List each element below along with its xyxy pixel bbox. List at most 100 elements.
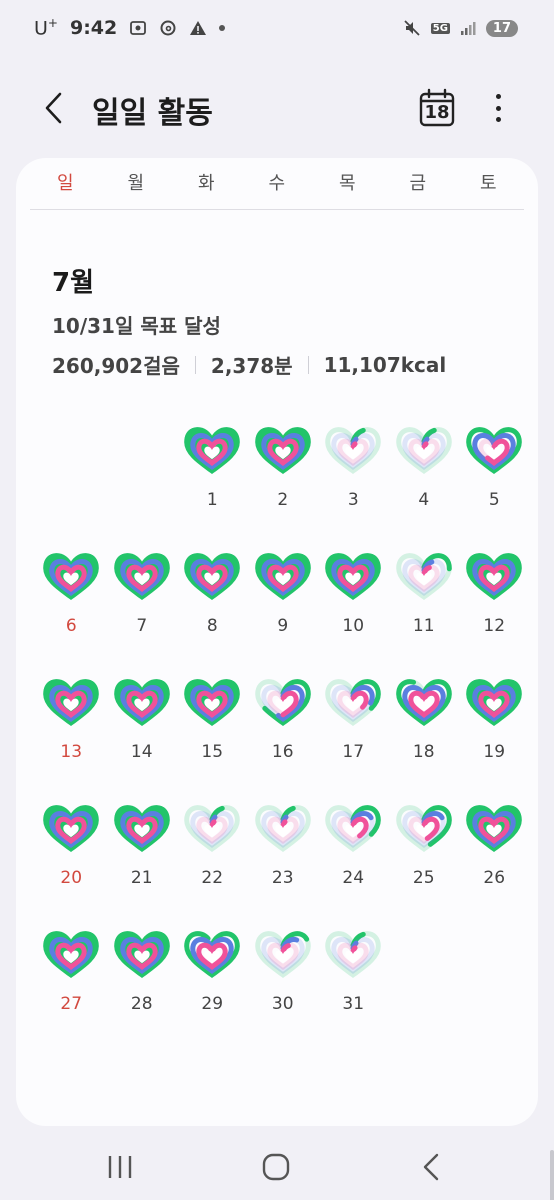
day-cell-17[interactable]: 17 xyxy=(318,678,389,804)
day-cell-10[interactable]: 10 xyxy=(318,552,389,678)
activity-heart-icon xyxy=(113,553,170,601)
day-cell-4[interactable]: 4 xyxy=(389,426,460,552)
activity-heart-icon xyxy=(184,805,241,853)
day-number: 9 xyxy=(277,616,289,636)
month-title: 7월 xyxy=(52,268,95,298)
activity-heart-icon xyxy=(325,805,382,853)
day-cell-2[interactable]: 2 xyxy=(248,426,319,552)
empty-day-cell xyxy=(36,426,107,552)
activity-heart-icon xyxy=(113,805,170,853)
weekday-sun: 일 xyxy=(56,173,74,194)
day-cell-7[interactable]: 7 xyxy=(107,552,178,678)
activity-heart-icon xyxy=(184,553,241,601)
activity-heart-icon xyxy=(395,805,452,853)
day-number: 18 xyxy=(412,742,435,762)
activity-heart-icon xyxy=(466,427,523,475)
stat-divider xyxy=(194,355,196,374)
recent-apps-icon xyxy=(108,1156,132,1178)
day-cell-16[interactable]: 16 xyxy=(248,678,319,804)
warning-icon xyxy=(190,20,207,35)
day-cell-27[interactable]: 27 xyxy=(36,930,107,1056)
network-5g-icon: 5G xyxy=(430,22,450,34)
calories-total: 11,107kcal xyxy=(323,352,447,377)
signal-icon xyxy=(460,22,476,35)
activity-card: 일 월 화 수 목 금 토 7월 10/31일 목표 달성 260,902걸음 … xyxy=(16,158,554,1200)
weekday-fri: 금 xyxy=(409,173,427,194)
day-cell-15[interactable]: 15 xyxy=(177,678,248,804)
activity-heart-icon xyxy=(325,427,382,475)
day-number: 29 xyxy=(201,994,224,1014)
day-cell-23[interactable]: 23 xyxy=(248,804,319,930)
stat-divider xyxy=(307,355,309,374)
day-cell-18[interactable]: 18 xyxy=(389,678,460,804)
day-cell-19[interactable]: 19 xyxy=(459,678,530,804)
day-number: 17 xyxy=(342,742,365,762)
back-button[interactable] xyxy=(36,90,72,126)
activity-heart-icon xyxy=(113,931,170,979)
day-number: 27 xyxy=(60,994,83,1014)
day-cell-20[interactable]: 20 xyxy=(36,804,107,930)
activity-heart-icon xyxy=(43,553,100,601)
day-cell-13[interactable]: 13 xyxy=(36,678,107,804)
activity-heart-icon xyxy=(184,679,241,727)
day-cell-29[interactable]: 29 xyxy=(177,930,248,1056)
more-options-button[interactable] xyxy=(486,90,510,126)
day-cell-3[interactable]: 3 xyxy=(318,426,389,552)
activity-heart-icon xyxy=(395,427,452,475)
day-number: 22 xyxy=(201,868,224,888)
day-cell-21[interactable]: 21 xyxy=(107,804,178,930)
day-number: 31 xyxy=(342,994,365,1014)
activity-heart-icon xyxy=(254,427,311,475)
day-cell-22[interactable]: 22 xyxy=(177,804,248,930)
weekday-mon: 월 xyxy=(127,173,145,194)
day-number: 15 xyxy=(201,742,224,762)
day-cell-26[interactable]: 26 xyxy=(459,804,530,930)
more-options-icon xyxy=(495,94,501,99)
activity-heart-icon xyxy=(325,931,382,979)
activity-heart-icon xyxy=(113,679,170,727)
threads-icon xyxy=(160,20,176,36)
activity-heart-icon xyxy=(43,679,100,727)
day-cell-31[interactable]: 31 xyxy=(318,930,389,1056)
activity-heart-icon xyxy=(254,553,311,601)
day-number: 2 xyxy=(277,490,289,510)
weekday-thu: 목 xyxy=(338,173,356,194)
nav-back-button[interactable] xyxy=(412,1150,452,1184)
day-cell-8[interactable]: 8 xyxy=(177,552,248,678)
day-cell-28[interactable]: 28 xyxy=(107,930,178,1056)
day-number: 23 xyxy=(271,868,294,888)
weekday-tue: 화 xyxy=(197,173,215,194)
home-button[interactable] xyxy=(256,1150,296,1184)
day-number: 8 xyxy=(206,616,218,636)
calendar-button[interactable]: 18 xyxy=(418,88,456,128)
nav-back-icon xyxy=(423,1153,439,1181)
day-cell-9[interactable]: 9 xyxy=(248,552,319,678)
day-cell-5[interactable]: 5 xyxy=(459,426,530,552)
activity-heart-icon xyxy=(466,679,523,727)
day-cell-25[interactable]: 25 xyxy=(389,804,460,930)
recent-apps-button[interactable] xyxy=(100,1150,140,1184)
more-options-dot xyxy=(495,117,501,122)
day-number: 20 xyxy=(60,868,83,888)
day-number: 11 xyxy=(412,616,435,636)
activity-heart-icon xyxy=(254,805,311,853)
activity-heart-icon xyxy=(43,931,100,979)
day-cell-6[interactable]: 6 xyxy=(36,552,107,678)
status-bar: U+ 9:42 5G 17 xyxy=(0,0,554,56)
day-cell-24[interactable]: 24 xyxy=(318,804,389,930)
day-cell-14[interactable]: 14 xyxy=(107,678,178,804)
activity-heart-icon xyxy=(184,427,241,475)
day-number: 6 xyxy=(65,616,77,636)
day-number: 14 xyxy=(130,742,153,762)
day-cell-11[interactable]: 11 xyxy=(389,552,460,678)
battery-icon: 17 xyxy=(485,19,518,37)
day-cell-1[interactable]: 1 xyxy=(177,426,248,552)
day-number: 13 xyxy=(60,742,83,762)
day-number: 30 xyxy=(271,994,294,1014)
activity-heart-icon xyxy=(43,805,100,853)
day-number: 4 xyxy=(418,490,430,510)
day-cell-30[interactable]: 30 xyxy=(248,930,319,1056)
day-cell-12[interactable]: 12 xyxy=(459,552,530,678)
activity-heart-icon xyxy=(254,931,311,979)
day-number: 3 xyxy=(347,490,359,510)
